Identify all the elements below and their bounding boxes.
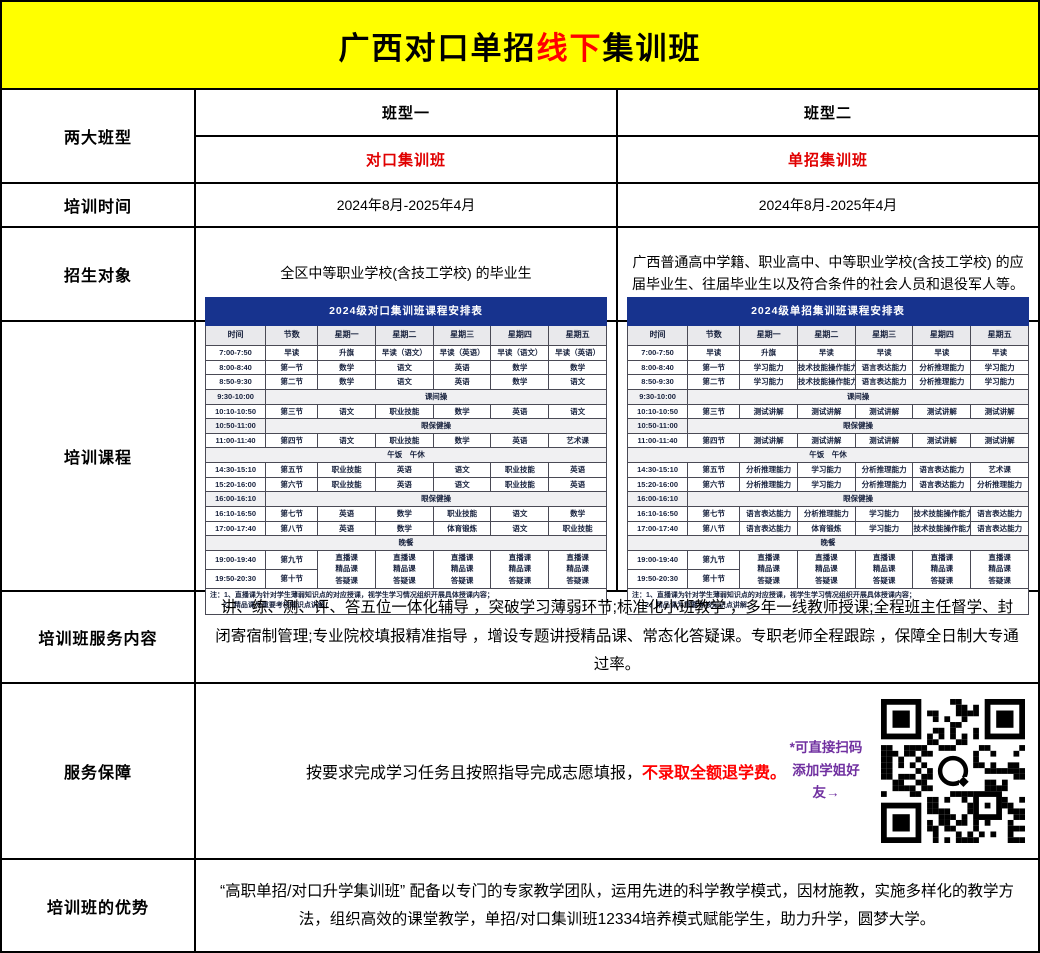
training-time-1: 2024年8月-2025年4月 <box>196 184 618 226</box>
schedule: 2024级单招集训班课程安排表时间节数星期一星期二星期三星期四星期五7:00-7… <box>627 297 1029 614</box>
schedule-title: 2024级对口集训班课程安排表 <box>206 298 607 325</box>
poster-page: 广西对口单招线下集训班 两大班型 班型一 班型二 对口集训班 单招集训班 培训时… <box>0 0 1040 953</box>
class-type-1-name: 对口集训班 <box>196 137 618 182</box>
row-courses: 培训课程 2024级对口集训班课程安排表时间节数星期一星期二星期三星期四星期五7… <box>2 322 1038 592</box>
label-class-types: 两大班型 <box>2 90 196 182</box>
class-type-2-header: 班型二 <box>618 90 1038 135</box>
label-training-time: 培训时间 <box>2 184 196 226</box>
row-guarantee: 服务保障 按要求完成学习任务且按照指导完成志愿填报，不录取全额退学费。 *可直接… <box>2 684 1038 860</box>
row-training-time: 培训时间 2024年8月-2025年4月 2024年8月-2025年4月 <box>2 184 1038 228</box>
services-text: 讲、练、测、评、答五位一体化辅导 ，突破学习薄弱环节;标准化小班教学 ，多年一线… <box>196 592 1038 682</box>
class-type-2-name: 单招集训班 <box>618 137 1038 182</box>
row-services: 培训班服务内容 讲、练、测、评、答五位一体化辅导 ，突破学习薄弱环节;标准化小班… <box>2 592 1038 684</box>
title-part-1: 广西对口单招 <box>339 31 537 66</box>
label-services: 培训班服务内容 <box>2 592 196 682</box>
row-advantages: 培训班的优势 “高职单招/对口升学集训班” 配备以专门的专家教学团队，运用先进的… <box>2 860 1038 951</box>
guarantee-text-normal: 按要求完成学习任务且按照指导完成志愿填报， <box>306 765 642 782</box>
class-type-1-header: 班型一 <box>196 90 618 135</box>
label-guarantee: 服务保障 <box>2 684 196 858</box>
scan-hint: *可直接扫码 添加学姐好友→ <box>786 737 866 806</box>
page-title: 广西对口单招线下集训班 <box>339 23 702 68</box>
class-types-grid: 班型一 班型二 对口集训班 单招集训班 <box>196 90 1038 182</box>
title-banner: 广西对口单招线下集训班 <box>2 2 1038 90</box>
scan-hint-line2: 添加学姐好友→ <box>786 760 866 806</box>
schedule-table-danzhao: 2024级单招集训班课程安排表时间节数星期一星期二星期三星期四星期五7:00-7… <box>627 297 1029 614</box>
title-part-2: 集训班 <box>603 31 702 66</box>
label-advantages: 培训班的优势 <box>2 860 196 951</box>
label-enrollment: 招生对象 <box>2 228 196 320</box>
training-time-2: 2024年8月-2025年4月 <box>618 184 1038 226</box>
scan-hint-line1: *可直接扫码 <box>786 737 866 760</box>
schedule-cell-duikou: 2024级对口集训班课程安排表时间节数星期一星期二星期三星期四星期五7:00-7… <box>196 322 618 590</box>
qr-code <box>880 698 1026 844</box>
class-type-names: 对口集训班 单招集训班 <box>196 137 1038 182</box>
class-type-headers: 班型一 班型二 <box>196 90 1038 137</box>
schedule-title: 2024级单招集训班课程安排表 <box>628 298 1029 325</box>
guarantee-text: 按要求完成学习任务且按照指导完成志愿填报，不录取全额退学费。 <box>306 759 786 783</box>
schedule-table-duikou: 2024级对口集训班课程安排表时间节数星期一星期二星期三星期四星期五7:00-7… <box>205 297 607 614</box>
label-courses: 培训课程 <box>2 322 196 590</box>
title-part-highlight: 线下 <box>537 31 603 66</box>
row-class-types: 两大班型 班型一 班型二 对口集训班 单招集训班 <box>2 90 1038 184</box>
guarantee-text-red: 不录取全额退学费。 <box>642 765 786 782</box>
guarantee-content: 按要求完成学习任务且按照指导完成志愿填报，不录取全额退学费。 *可直接扫码 添加… <box>196 684 1038 858</box>
schedule-cell-danzhao: 2024级单招集训班课程安排表时间节数星期一星期二星期三星期四星期五7:00-7… <box>618 322 1038 590</box>
schedule: 2024级对口集训班课程安排表时间节数星期一星期二星期三星期四星期五7:00-7… <box>205 297 607 614</box>
advantages-text: “高职单招/对口升学集训班” 配备以专门的专家教学团队，运用先进的科学教学模式，… <box>196 860 1038 951</box>
